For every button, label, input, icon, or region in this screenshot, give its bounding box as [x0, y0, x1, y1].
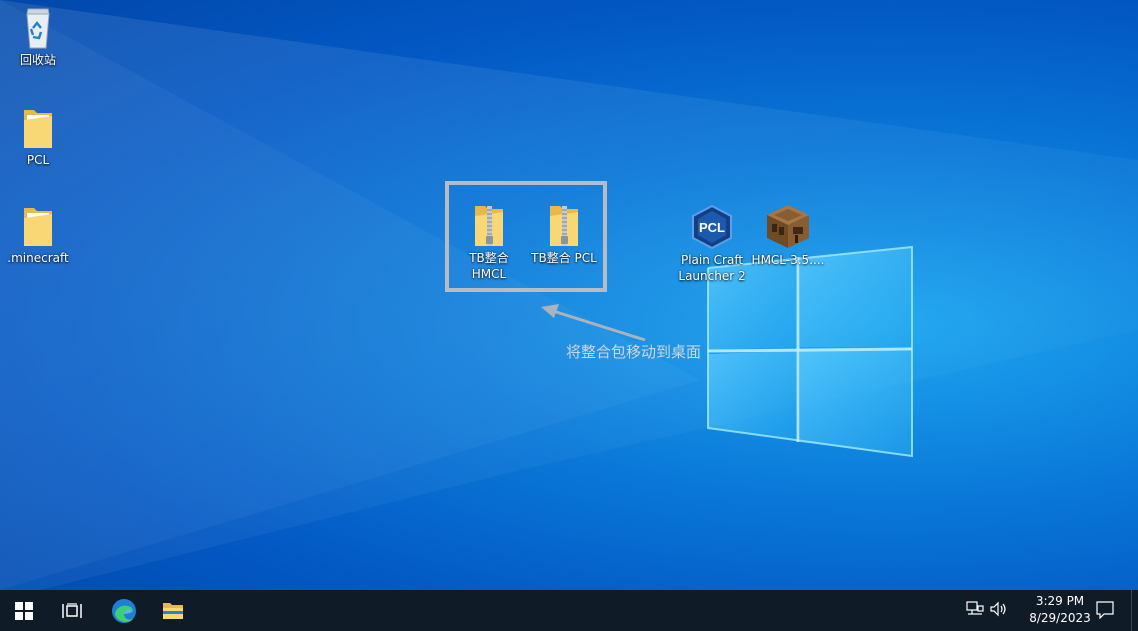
start-button[interactable] — [0, 590, 48, 631]
zip-folder-icon — [475, 206, 503, 246]
tb-hmcl-zip-desktop-icon[interactable]: TB整合 HMCL — [451, 202, 527, 282]
show-desktop-button[interactable] — [1131, 590, 1138, 631]
network-icon[interactable] — [966, 601, 984, 617]
clock-time: 3:29 PM — [1035, 594, 1085, 608]
tb-pcl-label: TB整合 PCL — [531, 251, 597, 265]
task-view-icon — [62, 602, 82, 618]
minecraft-folder-desktop-icon[interactable]: .minecraft — [0, 204, 76, 266]
crafting-table-icon — [767, 205, 809, 248]
edge-icon — [112, 598, 136, 623]
hmcl-app-label: HMCL-3.5.... — [751, 253, 825, 267]
minecraft-folder-label: .minecraft — [7, 251, 69, 265]
folder-icon — [163, 602, 183, 619]
hmcl-app-desktop-icon[interactable]: HMCL-3.5.... — [750, 202, 826, 268]
taskbar: 3:29 PM 8/29/2023 — [0, 590, 1138, 631]
pcl-folder-label: PCL — [26, 153, 50, 167]
pcl-app-icon: PCL — [692, 204, 732, 250]
wallpaper — [0, 0, 1138, 590]
task-view-button[interactable] — [48, 590, 96, 631]
pcl-app-label: Plain Craft Launcher 2 — [678, 253, 746, 283]
tb-pcl-zip-desktop-icon[interactable]: TB整合 PCL — [526, 202, 602, 266]
annotation-arrow-icon — [541, 304, 646, 342]
clock-date: 8/29/2023 — [1029, 611, 1091, 625]
desktop[interactable]: 回收站 PCL .minecraft TB整合 HMCL TB整合 PCL PC… — [0, 0, 1138, 590]
edge-taskbar-button[interactable] — [100, 590, 148, 631]
folder-icon — [24, 110, 52, 148]
recycle-bin-label: 回收站 — [19, 53, 56, 67]
zip-folder-icon — [550, 206, 578, 246]
annotation-text: 将整合包移动到桌面 — [566, 343, 702, 361]
recycle-bin-desktop-icon[interactable]: 回收站 — [0, 6, 76, 68]
windows-logo-icon — [15, 601, 33, 620]
clock[interactable]: 3:29 PM 8/29/2023 — [1022, 593, 1098, 627]
pcl-app-desktop-icon[interactable]: PCL Plain Craft Launcher 2 — [674, 204, 750, 284]
pcl-badge-text: PCL — [699, 220, 725, 235]
tb-hmcl-label: TB整合 HMCL — [469, 251, 509, 281]
folder-icon — [24, 208, 52, 246]
notification-icon[interactable] — [1096, 601, 1114, 619]
pcl-folder-desktop-icon[interactable]: PCL — [0, 106, 76, 168]
recycle-bin-icon — [26, 8, 50, 49]
file-explorer-button[interactable] — [149, 590, 197, 631]
volume-icon[interactable] — [990, 601, 1008, 617]
